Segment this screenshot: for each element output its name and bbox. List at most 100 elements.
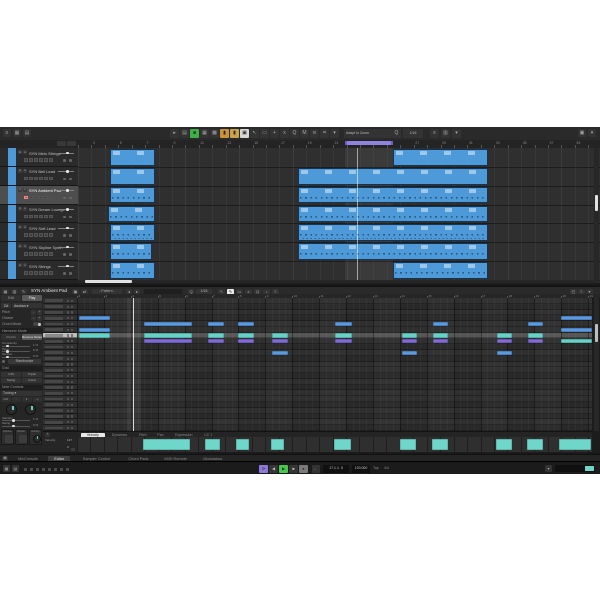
lane-solo-dot[interactable] xyxy=(71,340,73,342)
track-name[interactable]: SYN Bell Lead xyxy=(29,169,55,174)
mode-button-1[interactable]: Remove Notes xyxy=(22,334,42,340)
tool-icon-5[interactable]: ▮ xyxy=(220,129,229,138)
track-header[interactable]: msSYN Skyline Synth xyxy=(0,242,78,261)
lane-mute-dot[interactable] xyxy=(67,358,69,360)
velocity-knob[interactable] xyxy=(33,435,41,443)
randomize-button[interactable]: Randomize xyxy=(8,359,41,364)
track-name[interactable]: SYN Ambient Pad xyxy=(29,188,61,193)
track-mini-button[interactable] xyxy=(44,177,48,181)
midi-note[interactable] xyxy=(433,339,448,343)
midi-note[interactable] xyxy=(528,339,543,343)
track-mute-button[interactable]: m xyxy=(18,150,22,154)
velocity-block[interactable] xyxy=(205,439,220,450)
midi-note[interactable] xyxy=(238,339,254,343)
cycle-range-bar[interactable] xyxy=(345,141,393,146)
slider2-handle[interactable] xyxy=(12,425,15,428)
track-mini-button[interactable] xyxy=(34,158,38,162)
midi-note[interactable] xyxy=(561,328,592,332)
midi-clip[interactable] xyxy=(110,243,152,260)
midi-clip[interactable] xyxy=(298,187,488,204)
lane-mute-dot[interactable] xyxy=(67,334,69,336)
track-knob-dot-1[interactable] xyxy=(63,234,66,237)
track-mini-button[interactable] xyxy=(44,158,48,162)
tool-icon-2[interactable]: ■ xyxy=(190,129,199,138)
tempo-display[interactable]: 120.000 xyxy=(352,465,370,473)
midi-note[interactable] xyxy=(528,322,543,326)
scale-name-select[interactable]: Aeolian ▾ xyxy=(12,303,42,308)
bottom-cell-volume[interactable]: Volume xyxy=(1,429,14,445)
midi-note[interactable] xyxy=(335,333,352,337)
ruler-left-box-2[interactable] xyxy=(67,141,76,146)
midi-note[interactable] xyxy=(335,339,352,343)
lane-solo-dot[interactable] xyxy=(71,410,73,412)
lane-mute-dot[interactable] xyxy=(67,346,69,348)
track-knob-dot-1[interactable] xyxy=(63,197,66,200)
lane-mute-dot[interactable] xyxy=(67,392,69,394)
lane-mute-dot[interactable] xyxy=(67,375,69,377)
grid-button-2[interactable]: Swing xyxy=(1,378,21,383)
lower-v-scrollbar[interactable] xyxy=(594,298,599,431)
tool-icon-13[interactable]: M xyxy=(300,129,309,138)
time-signature[interactable]: 4/4 xyxy=(384,467,389,471)
status-dot-icon[interactable] xyxy=(60,468,63,471)
mode-button-0[interactable]: Chords xyxy=(1,334,21,340)
track-mini-button[interactable] xyxy=(49,233,53,237)
track-mini-button[interactable] xyxy=(44,196,48,200)
midi-note[interactable] xyxy=(402,333,417,337)
stepper-minus-button[interactable]: - xyxy=(31,316,36,321)
velocity-block[interactable] xyxy=(527,439,543,450)
track-header[interactable]: msSYN Strings xyxy=(0,261,78,280)
grid-dropdown[interactable]: 1/16 xyxy=(403,129,423,138)
midi-clip[interactable] xyxy=(393,262,488,279)
lane-solo-dot[interactable] xyxy=(71,363,73,365)
tool-icon-14[interactable]: ≋ xyxy=(310,129,319,138)
tool-icon-12[interactable]: Q xyxy=(290,129,299,138)
lane-solo-dot[interactable] xyxy=(71,375,73,377)
track-knob-dot-2[interactable] xyxy=(69,216,72,219)
track-knob-dot-1[interactable] xyxy=(63,159,66,162)
track-mute-button[interactable]: m xyxy=(18,225,22,229)
lane-solo-dot[interactable] xyxy=(71,346,73,348)
track-mini-button[interactable] xyxy=(34,215,38,219)
lane-solo-dot[interactable] xyxy=(71,311,73,313)
midi-note[interactable] xyxy=(272,339,288,343)
track-mute-button[interactable]: m xyxy=(18,263,22,267)
track-solo-button[interactable]: s xyxy=(23,169,27,173)
midi-clip[interactable] xyxy=(298,243,488,260)
midi-note[interactable] xyxy=(528,333,543,337)
velocity-block[interactable] xyxy=(559,439,591,450)
editor-playhead-line[interactable] xyxy=(133,298,134,431)
chord-mode-toggle[interactable] xyxy=(33,322,41,326)
track-mute-button[interactable]: m xyxy=(18,207,22,211)
track-header[interactable]: msSYN Bell Lead xyxy=(0,167,78,186)
midi-clip[interactable] xyxy=(110,168,155,185)
inspector-tab-edit[interactable]: Edit xyxy=(1,295,21,301)
track-knob-dot-2[interactable] xyxy=(69,253,72,256)
midi-note[interactable] xyxy=(561,316,592,320)
track-mini-button[interactable] xyxy=(24,215,28,219)
midi-note[interactable] xyxy=(433,322,448,326)
inspector-knob-a[interactable] xyxy=(6,404,17,415)
track-mini-button[interactable] xyxy=(24,233,28,237)
midi-note[interactable] xyxy=(402,339,417,343)
track-mini-button[interactable] xyxy=(34,252,38,256)
lane-solo-dot[interactable] xyxy=(71,381,73,383)
transport-left-icon-0[interactable]: ▦ xyxy=(3,465,10,472)
velocity-block[interactable] xyxy=(496,439,512,450)
track-name[interactable]: SYN Strings xyxy=(29,264,51,269)
toolbar-mid-icon-2[interactable]: ▾ xyxy=(452,129,461,138)
lane-solo-dot[interactable] xyxy=(71,415,73,417)
oct-cell-1[interactable]: - xyxy=(12,397,22,402)
lane-mute-dot[interactable] xyxy=(67,386,69,388)
track-mini-button[interactable] xyxy=(29,177,33,181)
menu-icon-1[interactable]: ▦ xyxy=(13,129,21,137)
lane-mute-dot[interactable] xyxy=(67,427,69,429)
track-mini-button[interactable] xyxy=(34,271,38,275)
upper-v-scrollbar[interactable] xyxy=(594,148,599,283)
record-button[interactable]: ● xyxy=(299,465,308,473)
stepper-plus-button[interactable]: + xyxy=(37,316,42,321)
track-mini-button[interactable] xyxy=(29,233,33,237)
time-display[interactable]: 17.1.1. 0 xyxy=(323,465,349,473)
velocity-block[interactable] xyxy=(271,439,284,450)
lane-mute-dot[interactable] xyxy=(67,311,69,313)
